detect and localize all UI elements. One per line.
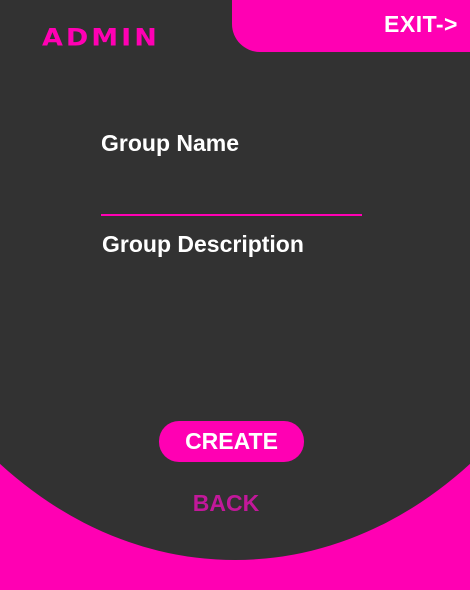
group-description-input[interactable]	[102, 265, 362, 385]
back-button[interactable]: BACK	[176, 486, 276, 520]
admin-logo: ADMIN	[42, 24, 160, 52]
group-name-input[interactable]	[101, 170, 362, 216]
group-description-label: Group Description	[102, 231, 304, 257]
create-group-screen: ADMIN EXIT-> Group Name Group Descriptio…	[0, 0, 470, 590]
group-name-label: Group Name	[101, 130, 240, 156]
create-button[interactable]: CREATE	[159, 421, 304, 462]
exit-label: EXIT->	[384, 10, 458, 37]
exit-button[interactable]: EXIT->	[232, 0, 470, 52]
